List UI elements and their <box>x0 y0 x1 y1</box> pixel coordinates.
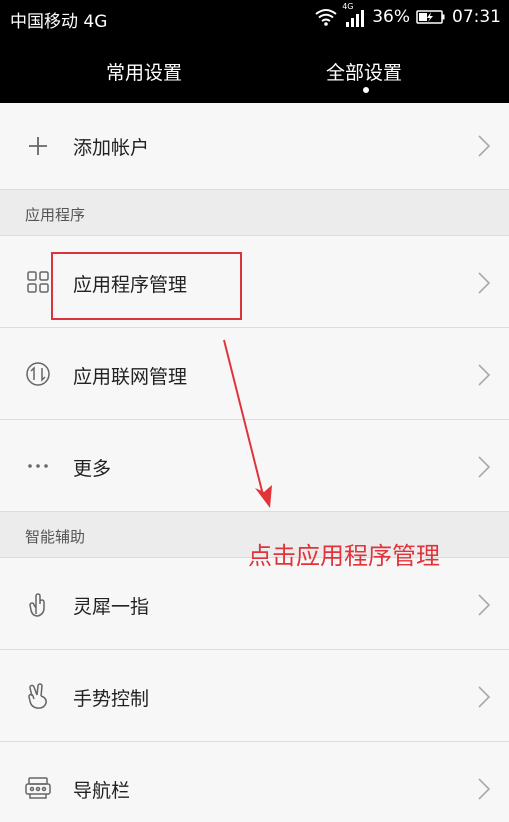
add-account-label: 添加帐户 <box>73 137 150 159</box>
wifi-icon <box>315 9 337 26</box>
smart-finger-label: 灵犀一指 <box>73 596 150 618</box>
status-icons: 4G 36% 07:31 <box>314 2 501 28</box>
more-icon <box>24 452 52 480</box>
chevron-right-icon <box>478 778 491 800</box>
more-label: 更多 <box>73 458 112 480</box>
add-account-row[interactable]: 添加帐户 <box>0 103 509 190</box>
annotation-text: 点击应用程序管理 <box>248 542 440 570</box>
app-network-row[interactable]: 应用联网管理 <box>0 328 509 420</box>
clock: 07:31 <box>452 7 501 27</box>
chevron-right-icon <box>478 594 491 616</box>
chevron-right-icon <box>478 272 491 294</box>
tab-common-settings[interactable]: 常用设置 <box>106 58 182 85</box>
highlight-box <box>51 252 242 320</box>
section-header-apps: 应用程序 <box>0 190 509 236</box>
tab-bar: 常用设置 全部设置 <box>0 36 509 103</box>
navigation-bar-label: 导航栏 <box>73 780 131 802</box>
navbar-icon <box>24 774 52 802</box>
smart-finger-row[interactable]: 灵犀一指 <box>0 558 509 650</box>
gesture-icon <box>24 682 52 710</box>
network-icon <box>24 360 52 388</box>
status-bar: 中国移动 4G 4G 36% 07:31 <box>0 0 509 36</box>
chevron-right-icon <box>478 364 491 386</box>
tab-all-settings[interactable]: 全部设置 <box>326 58 402 85</box>
chevron-right-icon <box>478 456 491 478</box>
finger-icon <box>24 590 52 618</box>
app-network-label: 应用联网管理 <box>73 366 188 388</box>
grid-icon <box>24 268 52 296</box>
gesture-control-label: 手势控制 <box>73 688 150 710</box>
battery-percent: 36% <box>372 7 410 27</box>
chevron-right-icon <box>478 135 491 157</box>
plus-icon <box>24 132 52 160</box>
navigation-bar-row[interactable]: 导航栏 <box>0 742 509 822</box>
carrier-label: 中国移动 4G <box>10 12 108 32</box>
active-tab-indicator <box>363 87 369 93</box>
more-row[interactable]: 更多 <box>0 420 509 512</box>
signal-icon: 4G <box>342 2 366 28</box>
network-tag: 4G <box>342 2 354 11</box>
gesture-control-row[interactable]: 手势控制 <box>0 650 509 742</box>
chevron-right-icon <box>478 686 491 708</box>
battery-icon <box>416 10 445 24</box>
